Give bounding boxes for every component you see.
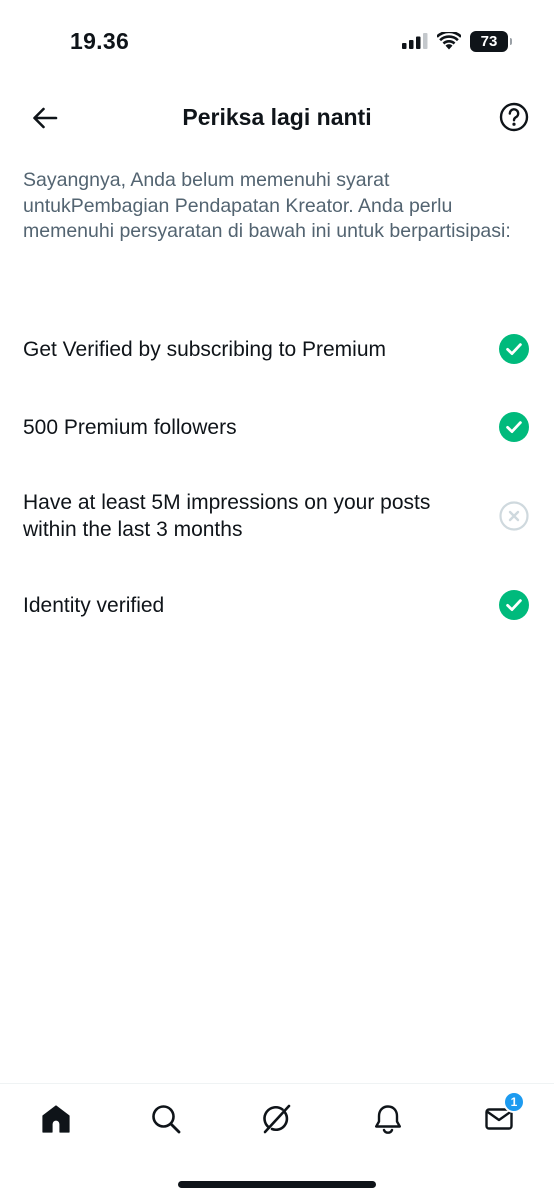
page-title: Periksa lagi nanti [182, 104, 372, 130]
search-icon [152, 1105, 181, 1134]
battery-cap [509, 37, 512, 45]
requirements-list: Get Verified by subscribing to Premium 5… [0, 310, 554, 644]
requirement-item: Get Verified by subscribing to Premium [0, 310, 554, 388]
bell-icon [375, 1105, 401, 1134]
requirement-label: 500 Premium followers [23, 415, 237, 439]
grok-icon [263, 1104, 291, 1134]
check-circle-icon [499, 412, 529, 442]
requirement-item: Have at least 5M impressions on your pos… [0, 466, 554, 566]
tab-grok[interactable] [257, 1099, 297, 1139]
status-time: 19.36 [70, 28, 130, 54]
requirement-item: 500 Premium followers [0, 388, 554, 466]
header: Periksa lagi nanti [0, 90, 554, 146]
requirement-label: Have at least 5M impressions on your pos… [23, 491, 431, 541]
requirement-label: Identity verified [23, 593, 165, 617]
unread-messages-badge: 1 [503, 1091, 525, 1113]
home-icon [42, 1105, 70, 1133]
wifi-icon [437, 32, 461, 50]
help-button[interactable] [498, 101, 530, 133]
ineligible-description: Sayangnya, Anda belum memenuhi syarat un… [23, 169, 511, 242]
tab-search[interactable] [146, 1099, 186, 1139]
question-circle-icon [499, 102, 529, 132]
requirement-label: Get Verified by subscribing to Premium [23, 337, 386, 361]
tab-notifications[interactable] [368, 1099, 408, 1139]
battery-level: 73 [480, 32, 498, 50]
tab-home[interactable] [36, 1099, 76, 1139]
status-bar: 19.36 73 [0, 0, 554, 80]
check-circle-icon [499, 590, 529, 620]
check-circle-icon [499, 334, 529, 364]
home-indicator[interactable] [178, 1181, 376, 1188]
x-circle-icon [499, 501, 529, 531]
requirement-item: Identity verified [0, 566, 554, 644]
tab-messages[interactable]: 1 [479, 1091, 525, 1139]
status-icons: 73 [402, 30, 512, 52]
cellular-signal-icon [402, 33, 428, 49]
battery-icon: 73 [470, 30, 512, 52]
